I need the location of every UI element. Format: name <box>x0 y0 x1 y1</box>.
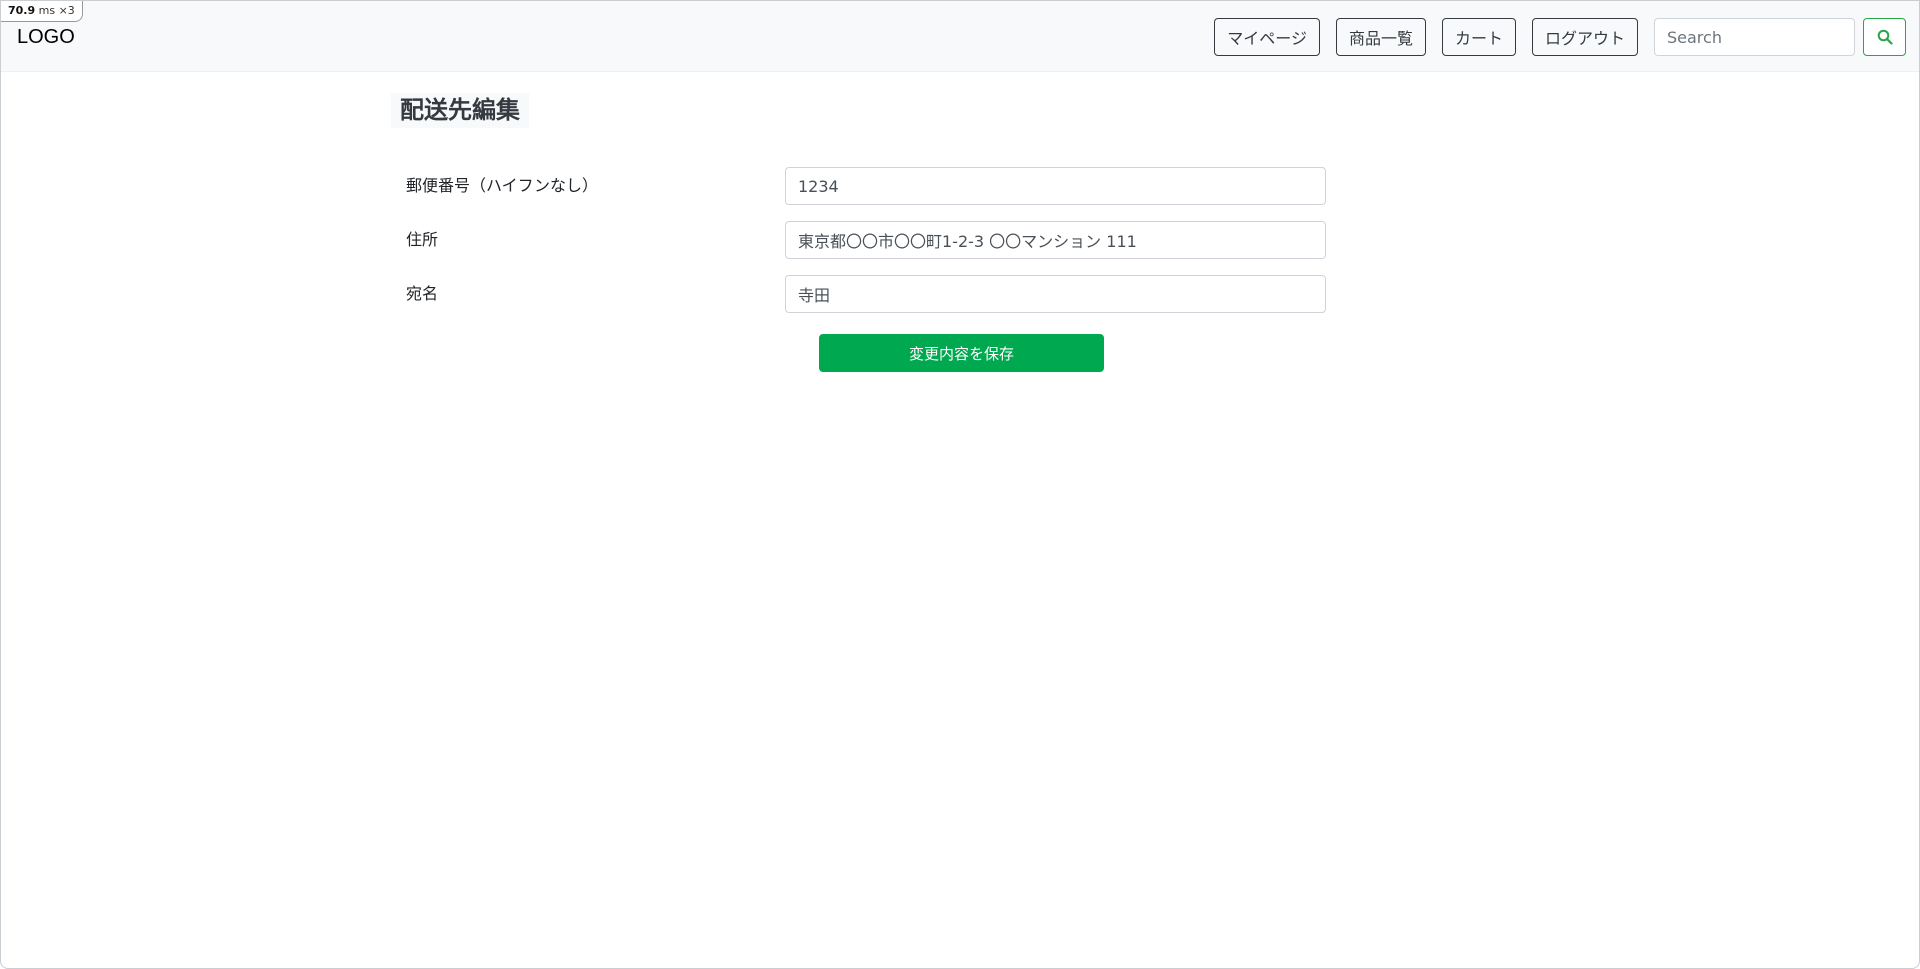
search-icon <box>1877 29 1893 45</box>
logout-button[interactable]: ログアウト <box>1531 18 1638 56</box>
recipient-input[interactable] <box>785 275 1326 313</box>
page-title: 配送先編集 <box>391 93 529 128</box>
address-label: 住所 <box>406 230 439 249</box>
recipient-row: 宛名 <box>406 275 1326 313</box>
perf-multiplier: ×3 <box>58 4 75 17</box>
search-input[interactable] <box>1654 18 1855 56</box>
search-button[interactable] <box>1863 18 1906 56</box>
mypage-button[interactable]: マイページ <box>1214 18 1320 56</box>
cart-button[interactable]: カート <box>1441 18 1516 56</box>
postal-code-input[interactable] <box>785 167 1326 205</box>
perf-value: 70.9 <box>8 4 36 17</box>
nav-actions: マイページ 商品一覧 カート ログアウト <box>1214 18 1906 56</box>
perf-badge: 70.9 ms ×3 <box>1 1 83 22</box>
page: 70.9 ms ×3 LOGO マイページ 商品一覧 カート ログアウト 配送先… <box>0 0 1920 969</box>
perf-unit: ms <box>38 4 56 17</box>
recipient-label: 宛名 <box>406 284 439 303</box>
save-button[interactable]: 変更内容を保存 <box>819 334 1104 372</box>
address-row: 住所 <box>406 221 1326 259</box>
product-list-button[interactable]: 商品一覧 <box>1335 18 1426 56</box>
address-input[interactable] <box>785 221 1326 259</box>
navbar: LOGO マイページ 商品一覧 カート ログアウト <box>1 1 1919 72</box>
postal-code-row: 郵便番号（ハイフンなし） <box>406 167 1326 205</box>
logo[interactable]: LOGO <box>17 25 75 49</box>
postal-code-label: 郵便番号（ハイフンなし） <box>406 176 599 195</box>
